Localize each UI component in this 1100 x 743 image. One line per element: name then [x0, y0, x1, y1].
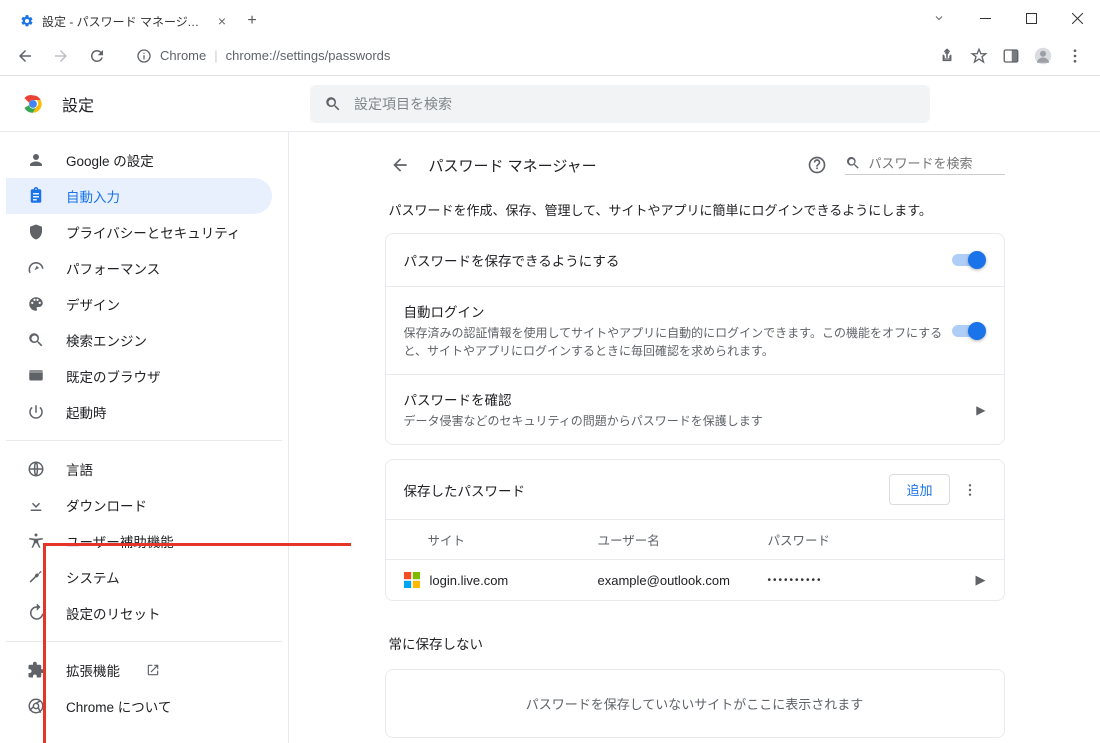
saved-passwords-title: 保存したパスワード: [404, 480, 890, 500]
chevron-right-icon: ▶: [976, 572, 986, 588]
sidebar-item-google[interactable]: Google の設定: [6, 142, 272, 178]
window-titlebar: 設定 - パスワード マネージャー × +: [0, 0, 1100, 36]
sidebar-item-default-browser[interactable]: 既定のブラウザ: [6, 358, 272, 394]
sidebar-item-appearance[interactable]: デザイン: [6, 286, 272, 322]
microsoft-icon: [404, 572, 420, 588]
site-info-icon[interactable]: [136, 48, 152, 64]
url-text: chrome://settings/passwords: [226, 48, 391, 63]
password-search-input[interactable]: [869, 156, 989, 171]
passwords-table-header: サイト ユーザー名 パスワード: [386, 519, 1004, 559]
settings-header: 設定 設定項目を検索: [0, 76, 1100, 132]
help-icon[interactable]: [807, 155, 831, 175]
saved-passwords-card: 保存したパスワード 追加 サイト ユーザー名 パスワード login.live.…: [385, 459, 1005, 601]
close-window-button[interactable]: [1054, 0, 1100, 36]
more-icon[interactable]: [962, 482, 986, 498]
shield-icon: [26, 223, 46, 241]
window-controls: [916, 0, 1100, 36]
sidebar-item-on-startup[interactable]: 起動時: [6, 394, 272, 430]
back-arrow-button[interactable]: [385, 150, 415, 180]
palette-icon: [26, 295, 46, 313]
password-site: login.live.com: [430, 573, 598, 588]
search-icon: [26, 331, 46, 349]
assignment-icon: [26, 187, 46, 205]
search-icon: [324, 95, 342, 113]
col-header-site: サイト: [428, 530, 598, 549]
browser-tab[interactable]: 設定 - パスワード マネージャー ×: [8, 6, 238, 36]
power-icon: [26, 403, 46, 421]
sidebar-item-languages[interactable]: 言語: [6, 451, 272, 487]
setting-check-passwords[interactable]: パスワードを確認 データ侵害などのセキュリティの問題からパスワードを保護します …: [386, 374, 1004, 444]
chevron-right-icon: ▶: [976, 403, 985, 417]
add-password-button[interactable]: 追加: [889, 474, 949, 505]
url-scheme: Chrome: [160, 48, 206, 63]
annotation-line: [43, 543, 351, 546]
globe-icon: [26, 460, 46, 478]
gear-icon: [20, 14, 34, 28]
toggle-auto-signin[interactable]: [950, 322, 986, 340]
sidebar-item-search-engine[interactable]: 検索エンジン: [6, 322, 272, 358]
browser-toolbar: Chrome | chrome://settings/passwords: [0, 36, 1100, 76]
setting-auto-signin[interactable]: 自動ログイン 保存済みの認証情報を使用してサイトやアプリに自動的にログインできま…: [386, 286, 1004, 374]
setting-offer-save[interactable]: パスワードを保存できるようにする: [386, 234, 1004, 286]
password-user: example@outlook.com: [598, 573, 768, 588]
search-icon: [845, 155, 861, 171]
side-panel-icon[interactable]: [996, 41, 1026, 71]
toggle-offer-save[interactable]: [950, 251, 986, 269]
menu-icon[interactable]: [1060, 41, 1090, 71]
annotation-line: [43, 543, 46, 743]
profile-icon[interactable]: [1028, 41, 1058, 71]
col-header-user: ユーザー名: [598, 530, 768, 549]
tab-title: 設定 - パスワード マネージャー: [42, 13, 210, 30]
col-header-password: パスワード: [768, 530, 986, 549]
settings-main: パスワード マネージャー パスワードを作成、保存、管理して、サイトやアプリに簡単…: [288, 132, 1100, 743]
settings-card-toggles: パスワードを保存できるようにする 自動ログイン 保存済みの認証情報を使用してサイ…: [385, 233, 1005, 445]
maximize-button[interactable]: [1008, 0, 1054, 36]
external-link-icon: [146, 663, 160, 677]
new-tab-button[interactable]: +: [238, 6, 266, 36]
download-icon: [26, 496, 46, 514]
speed-icon: [26, 259, 46, 277]
page-header: パスワード マネージャー: [385, 150, 1005, 180]
bookmark-icon[interactable]: [964, 41, 994, 71]
browser-icon: [26, 367, 46, 385]
chevron-down-icon[interactable]: [916, 0, 962, 36]
password-search[interactable]: [845, 155, 1005, 175]
reload-button[interactable]: [82, 41, 112, 71]
sidebar-item-performance[interactable]: パフォーマンス: [6, 250, 272, 286]
close-tab-icon[interactable]: ×: [218, 13, 226, 29]
password-row[interactable]: login.live.com example@outlook.com •••••…: [386, 559, 1004, 600]
minimize-button[interactable]: [962, 0, 1008, 36]
sidebar-item-privacy[interactable]: プライバシーとセキュリティ: [6, 214, 272, 250]
person-icon: [26, 151, 46, 169]
never-save-title: 常に保存しない: [385, 615, 1005, 659]
app-title: 設定: [62, 92, 94, 116]
forward-button[interactable]: [46, 41, 76, 71]
search-placeholder: 設定項目を検索: [354, 94, 452, 114]
sidebar-item-autofill[interactable]: 自動入力: [6, 178, 272, 214]
address-bar[interactable]: Chrome | chrome://settings/passwords: [124, 41, 920, 71]
page-description: パスワードを作成、保存、管理して、サイトやアプリに簡単にログインできるようにしま…: [385, 200, 1005, 219]
chrome-logo-icon: [20, 91, 46, 117]
share-icon[interactable]: [932, 41, 962, 71]
sidebar-item-downloads[interactable]: ダウンロード: [6, 487, 272, 523]
back-button[interactable]: [10, 41, 40, 71]
never-save-empty: パスワードを保存していないサイトがここに表示されます: [385, 669, 1005, 738]
settings-search[interactable]: 設定項目を検索: [310, 85, 930, 123]
page-title: パスワード マネージャー: [429, 155, 793, 176]
password-masked: ••••••••••: [768, 575, 976, 586]
